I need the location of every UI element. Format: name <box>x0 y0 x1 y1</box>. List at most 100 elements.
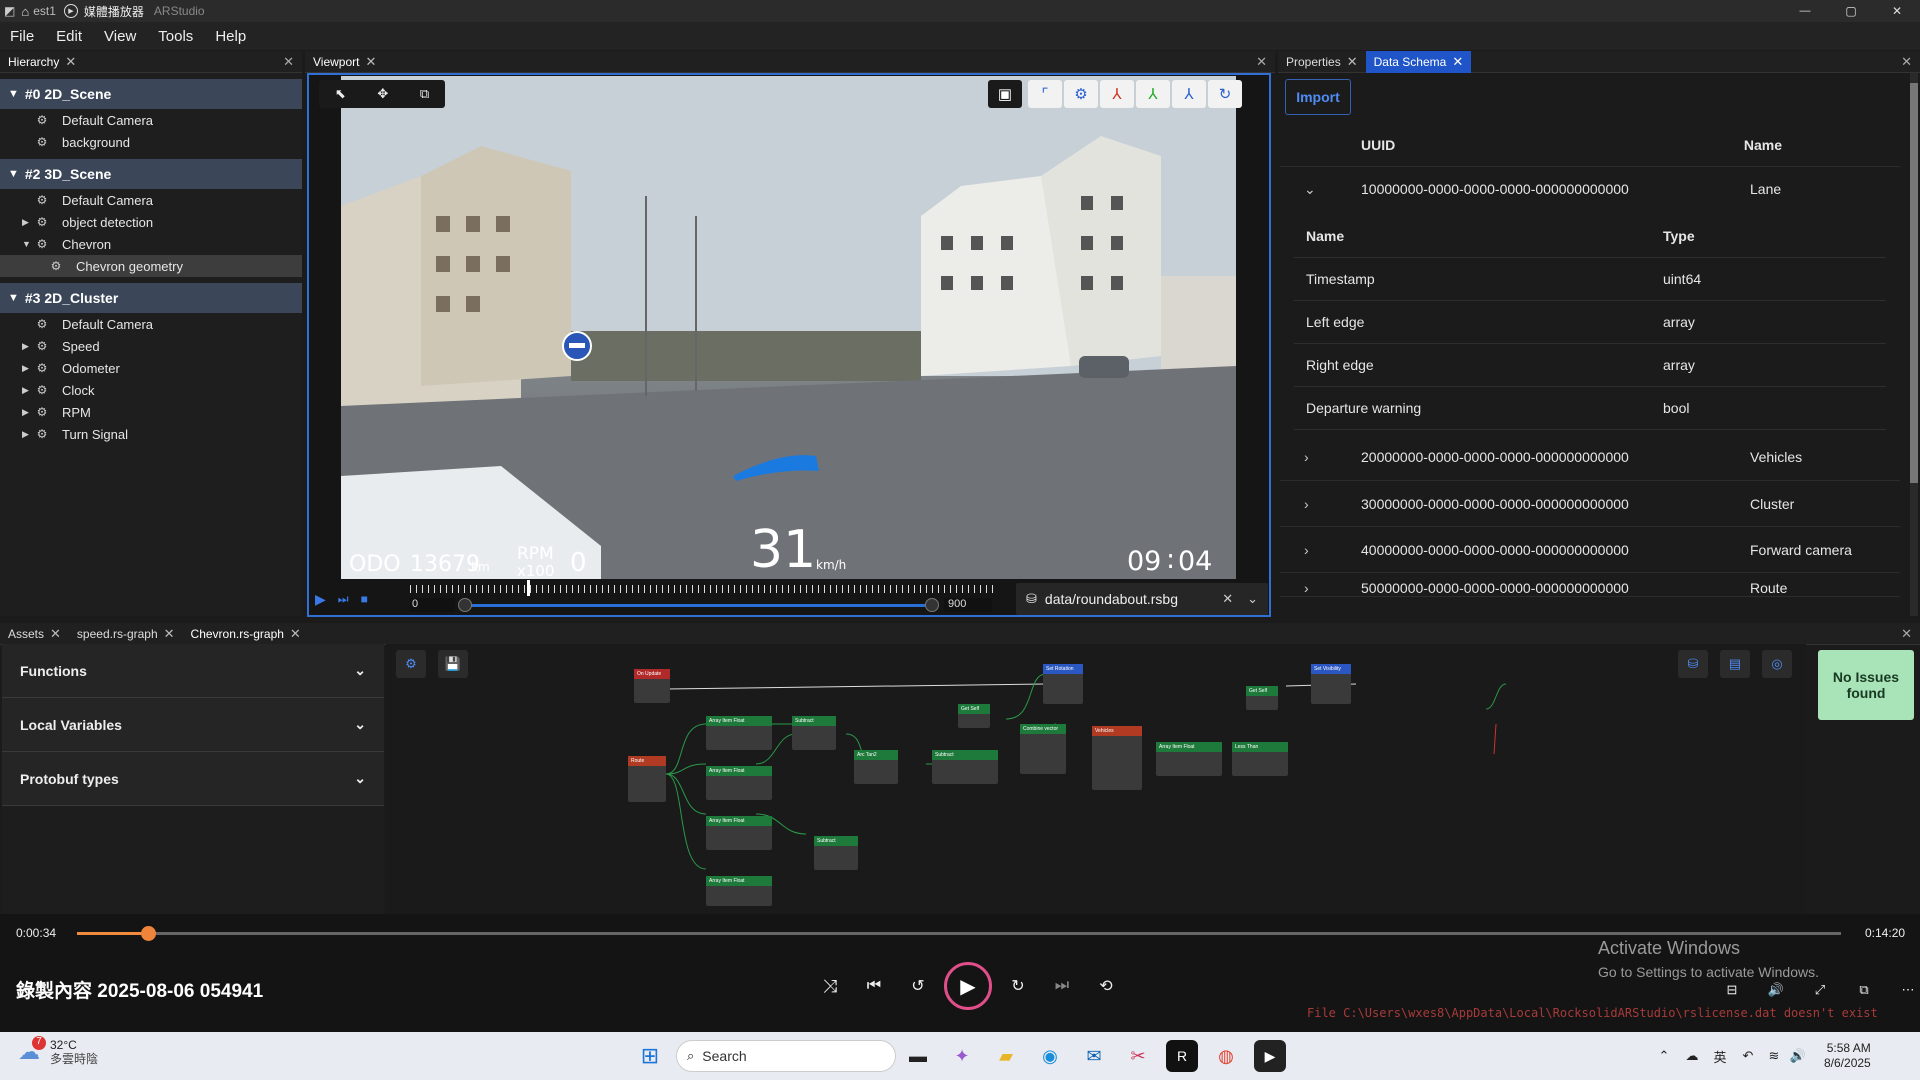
start-icon[interactable]: ⊞ <box>630 1043 670 1069</box>
schema-row[interactable]: › 50000000-0000-0000-0000-000000000000 Rou… <box>1280 573 1900 597</box>
play-button[interactable]: ▶ <box>944 962 992 1010</box>
close-icon[interactable]: ✕ <box>1347 54 1358 70</box>
volume-icon[interactable]: 🔊 <box>1754 982 1798 998</box>
range-handle-start[interactable] <box>458 598 472 612</box>
schema-row[interactable]: › 40000000-0000-0000-0000-000000000000 For… <box>1280 527 1900 573</box>
copilot-icon[interactable]: ✦ <box>946 1040 978 1072</box>
expand-icon[interactable]: › <box>1304 449 1324 465</box>
node-array-item-3[interactable]: Array Item Float <box>706 816 772 850</box>
expand-icon[interactable]: ▶ <box>22 429 36 440</box>
close-panel-icon[interactable]: ✕ <box>283 54 294 70</box>
timeline-marker[interactable] <box>526 580 530 596</box>
clock[interactable]: 5:58 AM 8/6/2025 <box>1824 1041 1871 1071</box>
range-start-field[interactable]: 0 <box>410 598 455 612</box>
functions-section[interactable]: Functions ⌄ <box>2 644 384 698</box>
menu-view[interactable]: View <box>104 28 136 45</box>
miniplayer-icon[interactable]: ⧉ <box>1842 982 1886 998</box>
schema-scrollbar[interactable] <box>1910 73 1918 616</box>
expand-icon[interactable]: ▶ <box>22 217 36 228</box>
home-icon[interactable]: ⌂ <box>21 4 29 19</box>
schema-row[interactable]: › 30000000-0000-0000-0000-000000000000 Clu… <box>1280 481 1900 527</box>
node-array-item-2[interactable]: Array Item Float <box>706 766 772 800</box>
rewind-10-icon[interactable]: ↺ <box>896 976 940 996</box>
tree-item[interactable]: ⚙ Default Camera <box>0 109 302 131</box>
scale-tool-icon[interactable]: ⧉ <box>420 86 429 102</box>
chevron-up-icon[interactable]: ⌃ <box>1650 1048 1678 1064</box>
range-handle-end[interactable] <box>925 598 939 612</box>
tab-viewport[interactable]: Viewport ✕ <box>305 51 384 73</box>
axis-z-button[interactable]: ⅄ <box>1172 80 1206 108</box>
node-vehicles[interactable]: Vehicles <box>1092 726 1142 790</box>
node-on-update[interactable]: On Update <box>634 669 670 703</box>
tree-item[interactable]: ▶ ⚙ object detection <box>0 211 302 233</box>
search-box[interactable]: ⌕ Search <box>676 1040 896 1072</box>
tab-speed-graph[interactable]: speed.rs-graph ✕ <box>69 623 183 645</box>
media-player-icon[interactable]: ▶ <box>1254 1040 1286 1072</box>
close-panel-icon[interactable]: ✕ <box>1901 54 1912 70</box>
task-view-icon[interactable]: ▬ <box>902 1040 934 1072</box>
close-panel-icon[interactable]: ✕ <box>1901 626 1912 642</box>
node-subtract-3[interactable]: Subtract <box>932 750 998 784</box>
node-atan2[interactable]: Arc Tan2 <box>854 750 898 784</box>
node-array-item-1[interactable]: Array Item Float <box>706 716 772 750</box>
node-set-rotation[interactable]: Set Rotation <box>1043 664 1083 704</box>
repeat-icon[interactable]: ⟲ <box>1084 976 1128 996</box>
schema-row[interactable]: › 20000000-0000-0000-0000-000000000000 Veh… <box>1280 434 1900 481</box>
step-icon[interactable]: ⏭ <box>338 592 349 607</box>
menu-tools[interactable]: Tools <box>158 28 193 45</box>
data-file-selector[interactable]: ⛁ data/roundabout.rsbg ✕ ⌄ <box>1016 583 1268 615</box>
onedrive-icon[interactable]: ☁ <box>1678 1048 1706 1064</box>
wifi-icon[interactable]: ≋ <box>1762 1048 1786 1064</box>
camera-view-button[interactable]: ▣ <box>988 80 1022 108</box>
close-panel-icon[interactable]: ✕ <box>1256 54 1267 70</box>
align-button[interactable]: ⌜ <box>1028 80 1062 108</box>
play-icon[interactable]: ▶ <box>315 591 326 608</box>
maximize-button[interactable]: ▢ <box>1828 0 1874 22</box>
node-array-item-float[interactable]: Array Item Float <box>1156 742 1222 776</box>
node-array-item-4[interactable]: Array Item Float <box>706 876 772 906</box>
close-icon[interactable]: ✕ <box>365 54 376 70</box>
input-mode-icon[interactable]: ↶ <box>1734 1048 1762 1064</box>
tree-item[interactable]: ▶ ⚙ Clock <box>0 379 302 401</box>
schema-row-expanded[interactable]: ⌄ 10000000-0000-0000-0000-000000000000 L… <box>1280 167 1900 211</box>
close-button[interactable]: ✕ <box>1874 0 1920 22</box>
tree-item[interactable]: ⚙ Default Camera <box>0 189 302 211</box>
tree-item[interactable]: ⚙ Default Camera <box>0 313 302 335</box>
captions-icon[interactable]: ⊟ <box>1710 982 1754 998</box>
node-set-visibility[interactable]: Set Visibility <box>1311 664 1351 704</box>
select-tool-icon[interactable]: ⬉ <box>335 86 346 102</box>
close-icon[interactable]: ✕ <box>1452 54 1463 70</box>
minimize-button[interactable]: — <box>1782 0 1828 22</box>
forward-30-icon[interactable]: ↻ <box>996 976 1040 996</box>
file-explorer-icon[interactable]: ▰ <box>990 1040 1022 1072</box>
axis-y-button[interactable]: ⅄ <box>1136 80 1170 108</box>
move-tool-icon[interactable]: ✥ <box>377 86 388 102</box>
scene-header-2[interactable]: ▼ #2 3D_Scene <box>0 159 302 189</box>
ime-indicator[interactable]: 英 <box>1706 1047 1734 1066</box>
node-graph-canvas[interactable]: ⚙ 💾 ⛁ ▤ ◎ On Update Set Rotation Set Vis… <box>386 644 1806 914</box>
close-icon[interactable]: ✕ <box>65 54 76 70</box>
range-slider[interactable] <box>460 604 925 607</box>
expand-icon[interactable]: ▶ <box>22 341 36 352</box>
close-icon[interactable]: ✕ <box>290 626 301 642</box>
tree-item-selected[interactable]: ⚙ Chevron geometry <box>0 255 302 277</box>
expand-icon[interactable]: ▶ <box>22 385 36 396</box>
tree-item[interactable]: ▶ ⚙ Turn Signal <box>0 423 302 445</box>
weather-widget[interactable]: ☁ 7 32°C 多雲時陰 <box>18 1036 98 1066</box>
tab-properties[interactable]: Properties ✕ <box>1278 51 1366 73</box>
shuffle-icon[interactable]: ⤨ <box>808 976 852 997</box>
seek-bar[interactable] <box>77 932 1841 935</box>
menu-edit[interactable]: Edit <box>56 28 82 45</box>
more-icon[interactable]: ⋯ <box>1886 982 1920 998</box>
node-combine-vector[interactable]: Combine vector <box>1020 724 1066 774</box>
menu-file[interactable]: File <box>10 28 34 45</box>
scene-header-3[interactable]: ▼ #3 2D_Cluster <box>0 283 302 313</box>
menu-help[interactable]: Help <box>215 28 246 45</box>
expand-icon[interactable]: ▶ <box>22 407 36 418</box>
chevron-down-icon[interactable]: ⌄ <box>1247 591 1258 607</box>
tree-item[interactable]: ▶ ⚙ Speed <box>0 335 302 357</box>
expand-icon[interactable]: › <box>1304 542 1324 558</box>
settings-button[interactable]: ⚙ <box>1064 80 1098 108</box>
local-variables-section[interactable]: Local Variables ⌄ <box>2 698 384 752</box>
scene-header-0[interactable]: ▼ #0 2D_Scene <box>0 79 302 109</box>
